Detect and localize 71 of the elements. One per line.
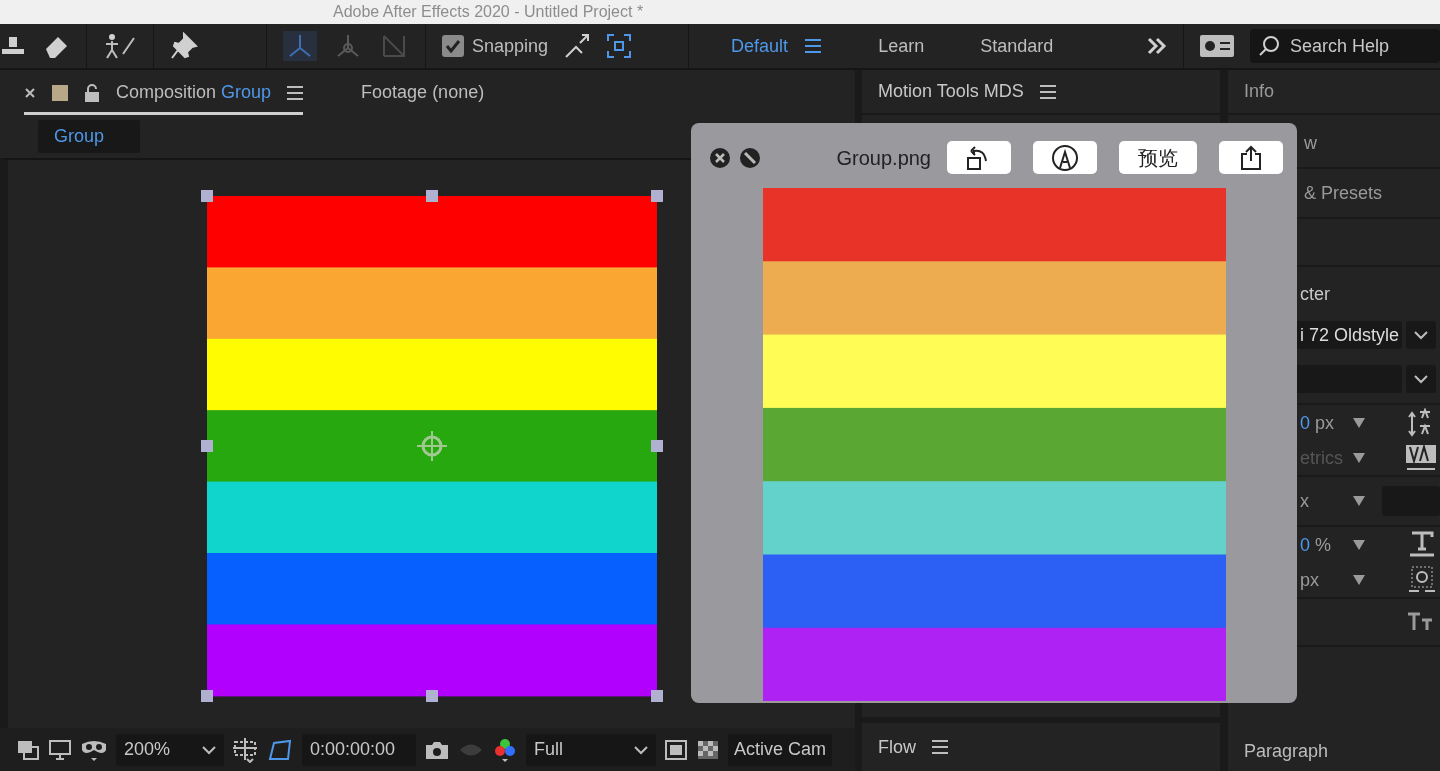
composition-breadcrumb[interactable]: Group xyxy=(38,120,140,153)
lock-icon[interactable] xyxy=(84,83,100,102)
minimize-icon[interactable] xyxy=(739,146,761,169)
caret-icon xyxy=(634,744,648,755)
panel-title[interactable]: Motion Tools MDS xyxy=(878,78,1024,105)
panel-title[interactable]: w xyxy=(1304,129,1317,157)
camera-dropdown[interactable]: Active Cam xyxy=(728,733,833,766)
snap-edges-icon[interactable] xyxy=(564,33,591,59)
panel-title[interactable]: Flow xyxy=(878,733,916,761)
monitor-icon[interactable] xyxy=(48,738,72,761)
search-icon xyxy=(1258,35,1280,57)
menu-icon[interactable] xyxy=(932,740,948,754)
menu-icon[interactable] xyxy=(1039,84,1056,99)
resolution-dropdown[interactable]: Full xyxy=(526,733,656,766)
menu-icon[interactable] xyxy=(287,85,304,100)
caret-icon xyxy=(1414,330,1428,340)
triangle-icon[interactable] xyxy=(1352,574,1366,586)
markup-icon xyxy=(1051,143,1079,172)
tsume-icon xyxy=(1408,565,1436,595)
workspace-tab[interactable]: Learn xyxy=(878,32,925,60)
region-of-interest-icon[interactable] xyxy=(664,738,688,761)
caret-icon xyxy=(1414,374,1428,384)
channel-icon[interactable] xyxy=(492,736,518,763)
workspace-tab[interactable]: Standard xyxy=(980,32,1054,60)
menu-icon[interactable] xyxy=(804,38,823,54)
character-value[interactable]: 0 % xyxy=(1300,531,1352,559)
pin-icon[interactable] xyxy=(170,32,200,60)
triangle-icon[interactable] xyxy=(1352,417,1366,429)
puppet-icon[interactable] xyxy=(103,32,137,60)
character-value[interactable]: x xyxy=(1300,487,1352,515)
horizontal-scale-icon xyxy=(1408,530,1436,560)
snapping-checkbox[interactable] xyxy=(442,35,464,57)
character-value[interactable]: 0 px xyxy=(1300,409,1352,437)
snapping-label: Snapping xyxy=(472,34,549,58)
workspace-tab[interactable]: Default xyxy=(731,32,789,60)
panel-title[interactable]: Info xyxy=(1244,78,1275,105)
snap-bounds-icon[interactable] xyxy=(606,33,633,59)
share-button[interactable] xyxy=(1219,141,1283,174)
grid-guides-icon[interactable] xyxy=(232,736,258,763)
rotate-button[interactable] xyxy=(947,141,1011,174)
zoom-dropdown[interactable]: 200% xyxy=(116,733,224,766)
label-color-swatch xyxy=(52,84,68,101)
triangle-icon[interactable] xyxy=(1352,495,1366,507)
close-icon[interactable] xyxy=(709,146,731,169)
window-title: Group.png xyxy=(836,145,931,171)
panel-title[interactable]: cter xyxy=(1300,280,1330,308)
transparency-grid-icon[interactable] xyxy=(696,738,720,761)
triangle-icon[interactable] xyxy=(1352,539,1366,551)
panel-title[interactable]: Paragraph xyxy=(1244,737,1329,765)
composition-tab[interactable]: Composition Group xyxy=(116,79,272,106)
share-icon xyxy=(1240,144,1262,171)
character-value[interactable]: px xyxy=(1300,566,1352,594)
snapshot-stack-icon[interactable] xyxy=(16,738,40,761)
close-icon[interactable] xyxy=(24,86,36,99)
caret-icon xyxy=(202,744,216,755)
timecode[interactable]: 0:00:00:00 xyxy=(302,733,416,766)
search-box[interactable]: Search Help xyxy=(1250,29,1440,63)
search-field[interactable]: Search Help xyxy=(1288,31,1418,61)
preview-button[interactable]: 预览 xyxy=(1119,141,1197,174)
axis-icon[interactable] xyxy=(283,31,317,61)
workspace-toggle-icon[interactable] xyxy=(1200,35,1234,57)
chevrons-icon[interactable] xyxy=(1147,37,1167,55)
check-icon xyxy=(445,39,461,53)
footage-tab[interactable]: Footage (none) xyxy=(361,79,485,115)
window-title: Adobe After Effects 2020 - Untitled Project * xyxy=(333,3,644,20)
dropdown-button[interactable] xyxy=(1406,321,1436,349)
markup-button[interactable] xyxy=(1033,141,1097,174)
triangle-icon[interactable] xyxy=(1352,452,1366,464)
kerning-icon xyxy=(1406,443,1436,473)
dropdown-button[interactable] xyxy=(1406,365,1436,393)
panel-title[interactable]: & Presets xyxy=(1304,179,1383,207)
